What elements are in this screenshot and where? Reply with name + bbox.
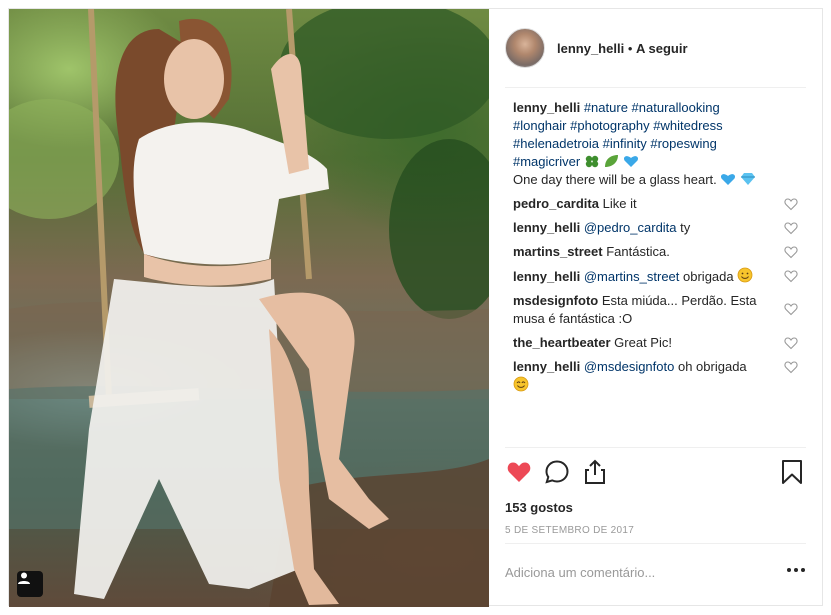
clover-emoji-icon xyxy=(585,155,599,168)
hashtag[interactable]: #magicriver xyxy=(513,154,580,169)
comment-username[interactable]: msdesignfoto xyxy=(513,293,598,308)
add-comment-input[interactable] xyxy=(505,562,765,582)
hashtag[interactable]: #longhair xyxy=(513,118,567,133)
hashtag[interactable]: #naturallooking xyxy=(632,100,720,115)
action-icons-row xyxy=(505,458,806,488)
post-photo[interactable] xyxy=(9,9,489,607)
leaf-emoji-icon xyxy=(605,155,619,167)
caption-username[interactable]: lenny_helli xyxy=(513,100,580,115)
post-author: lenny_helli • A seguir xyxy=(557,41,688,56)
hashtag[interactable]: #photography xyxy=(570,118,650,133)
smiley-emoji-icon xyxy=(513,376,529,392)
comment-username[interactable]: lenny_helli xyxy=(513,269,580,284)
comment-item: lenny_helli @martins_street obrigada xyxy=(513,267,798,286)
comment-item: the_heartbeater Great Pic! xyxy=(513,334,798,352)
hashtag[interactable]: #ropeswing xyxy=(650,136,717,151)
comment-like-heart-icon[interactable] xyxy=(784,269,798,283)
photo-illustration xyxy=(9,9,489,607)
comment-like-heart-icon[interactable] xyxy=(784,360,798,374)
comment-like-heart-icon[interactable] xyxy=(784,302,798,316)
caption: lenny_helli #nature #naturallooking #lon… xyxy=(513,99,798,189)
comment-text: Like it xyxy=(602,196,637,211)
comment-like-heart-icon[interactable] xyxy=(784,245,798,259)
hashtag[interactable]: #whitedress xyxy=(653,118,722,133)
like-count[interactable]: 153 gostos xyxy=(505,500,573,515)
comment-item: martins_street Fantástica. xyxy=(513,243,798,261)
comment-text: ty xyxy=(680,220,691,235)
comment-mention[interactable]: @msdesignfoto xyxy=(584,359,675,374)
comments-list: lenny_helli #nature #naturallooking #lon… xyxy=(513,99,798,449)
comment-item: lenny_helli @pedro_cardita ty xyxy=(513,219,798,237)
comment-item: lenny_helli @msdesignfoto oh obrigada xyxy=(513,358,798,395)
post-header: lenny_helli • A seguir xyxy=(489,9,822,88)
tagged-user-icon[interactable] xyxy=(17,571,43,597)
post-actions: 153 gostos 5 DE SETEMBRO DE 2017 xyxy=(505,447,806,598)
add-comment-bar xyxy=(505,543,806,599)
comment-icon[interactable] xyxy=(543,458,571,486)
comment-item: msdesignfoto Esta miúda... Perdão. Esta … xyxy=(513,292,798,328)
gem-emoji-icon xyxy=(741,173,756,185)
comment-mention[interactable]: @martins_street xyxy=(584,269,680,284)
comment-username[interactable]: pedro_cardita xyxy=(513,196,599,211)
hashtag[interactable]: #nature xyxy=(584,100,628,115)
blue-heart-emoji-icon xyxy=(624,156,639,167)
smiley-emoji-icon xyxy=(737,267,753,283)
post-date[interactable]: 5 DE SETEMBRO DE 2017 xyxy=(505,525,634,536)
hashtag[interactable]: #infinity xyxy=(603,136,647,151)
hashtag[interactable]: #helenadetroia xyxy=(513,136,599,151)
comment-username[interactable]: lenny_helli xyxy=(513,220,580,235)
follow-status-button[interactable]: A seguir xyxy=(636,41,688,56)
comment-text: Great Pic! xyxy=(614,335,672,350)
comment-like-heart-icon[interactable] xyxy=(784,336,798,350)
header-separator: • xyxy=(627,40,633,56)
comment-item: pedro_cardita Like it xyxy=(513,195,798,213)
comment-username[interactable]: martins_street xyxy=(513,244,603,259)
comment-text: obrigada xyxy=(683,269,734,284)
share-icon[interactable] xyxy=(581,458,609,486)
comment-like-heart-icon[interactable] xyxy=(784,221,798,235)
comment-text: oh obrigada xyxy=(677,359,747,374)
more-options-icon[interactable] xyxy=(786,566,806,574)
author-username[interactable]: lenny_helli xyxy=(557,41,624,56)
comment-text: Fantástica. xyxy=(606,244,670,259)
avatar[interactable] xyxy=(505,28,545,68)
blue-heart-emoji-icon xyxy=(721,174,736,185)
comment-username[interactable]: the_heartbeater xyxy=(513,335,611,350)
like-heart-icon[interactable] xyxy=(505,458,533,486)
comment-username[interactable]: lenny_helli xyxy=(513,359,580,374)
instagram-post: lenny_helli • A seguir lenny_helli #natu… xyxy=(8,8,823,607)
bookmark-icon[interactable] xyxy=(778,458,806,486)
caption-text: One day there will be a glass heart. xyxy=(513,172,717,187)
comment-mention[interactable]: @pedro_cardita xyxy=(584,220,677,235)
comment-like-heart-icon[interactable] xyxy=(784,197,798,211)
post-sidebar: lenny_helli • A seguir lenny_helli #natu… xyxy=(489,9,822,605)
